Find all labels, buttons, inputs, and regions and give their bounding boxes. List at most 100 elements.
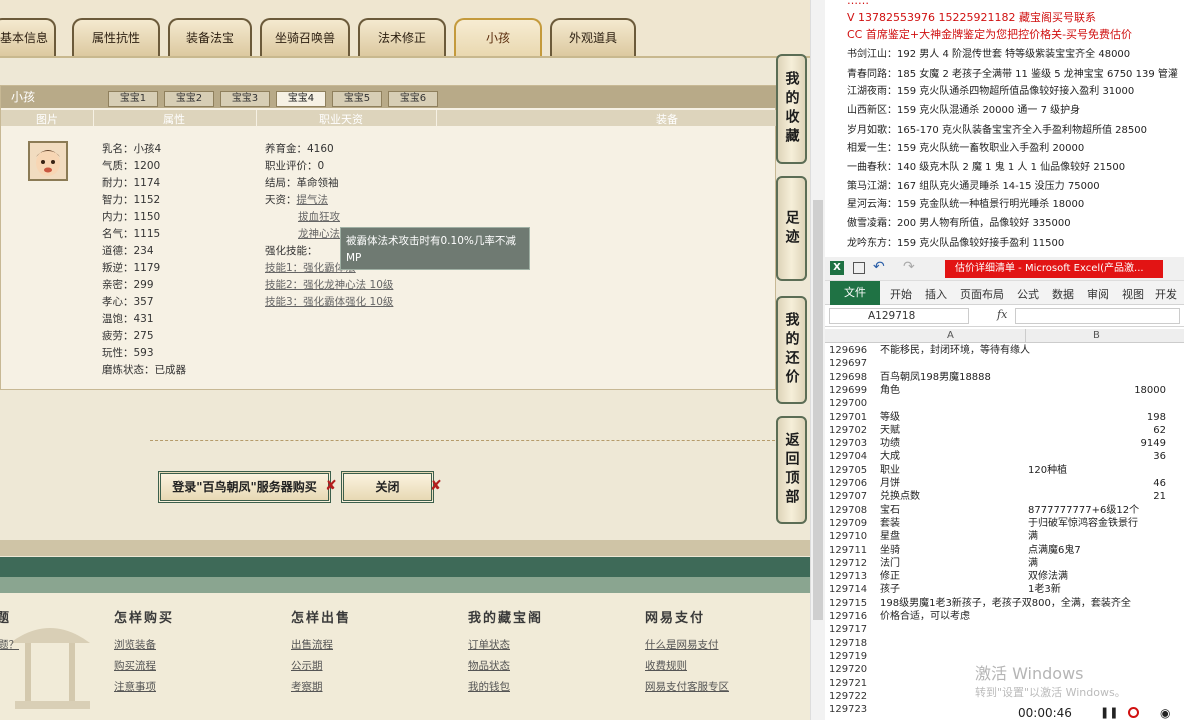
cell-a[interactable]: 等级 [880, 411, 900, 424]
cell-a[interactable]: 修正 [880, 570, 900, 583]
cell-b[interactable]: 双修法满 [1028, 570, 1068, 583]
footprint-button[interactable]: 足迹 [776, 176, 807, 281]
cell-a[interactable]: 百鸟朝凤198男魔18888 [880, 371, 991, 384]
sheet-row[interactable]: 129713 修正 双修法满 [825, 570, 1184, 583]
row-number[interactable]: 129698 [829, 371, 879, 384]
sheet-row[interactable]: 129702 天赋 62 [825, 424, 1184, 437]
tab-child[interactable]: 小孩 [454, 18, 542, 56]
row-number[interactable]: 129700 [829, 397, 879, 410]
baby-tab-3[interactable]: 宝宝3 [220, 91, 270, 107]
skill-link-3[interactable]: 技能3：强化霸体强化 10级 [265, 294, 393, 310]
cell-a[interactable]: 大成 [880, 450, 900, 463]
cell-a[interactable]: 宝石 [880, 504, 900, 517]
footer-link[interactable]: 网易支付客服专区 [645, 679, 729, 694]
sheet-row[interactable]: 129703 功绩 9149 [825, 437, 1184, 450]
cell-a[interactable]: 价格合适，可以考虑 [880, 610, 970, 623]
sheet-row[interactable]: 129708 宝石 8777777777+6级12个 [825, 504, 1184, 517]
sheet-row[interactable]: 129714 孩子 1老3新 [825, 583, 1184, 596]
tab-basic-info[interactable]: 基本信息 [0, 18, 56, 56]
page-scrollbar[interactable] [810, 0, 825, 720]
ribbon-layout[interactable]: 页面布局 [960, 286, 1004, 302]
row-number[interactable]: 129701 [829, 411, 879, 424]
sheet-row[interactable]: 129704 大成 36 [825, 450, 1184, 463]
baby-tab-6[interactable]: 宝宝6 [388, 91, 438, 107]
cell-a[interactable]: 职业 [880, 464, 900, 477]
baby-tab-2[interactable]: 宝宝2 [164, 91, 214, 107]
sheet-row[interactable]: 129715 198级男魔1老3新孩子，老孩子双800，全满，套装齐全 [825, 597, 1184, 610]
footer-link[interactable]: 收费规则 [645, 658, 687, 673]
cell-a[interactable]: 198级男魔1老3新孩子，老孩子双800，全满，套装齐全 [880, 597, 1131, 610]
row-number[interactable]: 129716 [829, 610, 879, 623]
cell-a[interactable]: 套装 [880, 517, 900, 530]
skill-link-2[interactable]: 技能2：强化龙神心法 10级 [265, 277, 393, 293]
col-b-header[interactable]: B [1093, 330, 1100, 341]
footer-link[interactable]: 物品状态 [468, 658, 510, 673]
cell-b[interactable]: 36 [1153, 450, 1166, 463]
footer-link[interactable]: 注意事项 [114, 679, 156, 694]
talent-link-1[interactable]: 提气法 [297, 194, 329, 206]
cell-b[interactable]: 18000 [1134, 384, 1166, 397]
footer-link[interactable]: 题？ [0, 637, 19, 652]
row-number[interactable]: 129706 [829, 477, 879, 490]
cell-a[interactable]: 不能移民，封闭环境，等待有缘人 [880, 344, 1030, 357]
baby-tab-4[interactable]: 宝宝4 [276, 91, 326, 107]
sheet-row[interactable]: 129698 百鸟朝凤198男魔18888 [825, 371, 1184, 384]
row-number[interactable]: 129702 [829, 424, 879, 437]
row-number[interactable]: 129718 [829, 637, 879, 650]
redo-icon[interactable]: ↷ [903, 259, 915, 275]
cell-b[interactable]: 46 [1153, 477, 1166, 490]
row-number[interactable]: 129707 [829, 490, 879, 503]
sheet-row[interactable]: 129711 坐骑 点满魔6鬼7 [825, 544, 1184, 557]
ribbon-formulas[interactable]: 公式 [1017, 286, 1039, 302]
sheet-row[interactable]: 129705 职业 120种植 [825, 464, 1184, 477]
cell-b[interactable]: 于归破军惊鸿容金铁景行 [1028, 517, 1138, 530]
cell-a[interactable]: 孩子 [880, 583, 900, 596]
row-number[interactable]: 129711 [829, 544, 879, 557]
tab-attributes[interactable]: 属性抗性 [72, 18, 160, 56]
cell-b[interactable]: 满 [1028, 530, 1038, 543]
cell-a[interactable]: 天赋 [880, 424, 900, 437]
baby-tab-1[interactable]: 宝宝1 [108, 91, 158, 107]
cell-a[interactable]: 星盘 [880, 530, 900, 543]
my-favorites-button[interactable]: 我的收藏 [776, 54, 807, 164]
talent-link-2[interactable]: 拔血狂攻 [298, 209, 340, 225]
row-number[interactable]: 129713 [829, 570, 879, 583]
cell-b[interactable]: 198 [1147, 411, 1166, 424]
sheet-row[interactable]: 129696 不能移民，封闭环境，等待有缘人 [825, 344, 1184, 357]
sheet-row[interactable]: 129709 套装 于归破军惊鸿容金铁景行 [825, 517, 1184, 530]
footer-link[interactable]: 订单状态 [468, 637, 510, 652]
ribbon-insert[interactable]: 插入 [925, 286, 947, 302]
sheet-row[interactable]: 129706 月饼 46 [825, 477, 1184, 490]
cell-b[interactable]: 62 [1153, 424, 1166, 437]
cell-b[interactable]: 点满魔6鬼7 [1028, 544, 1081, 557]
ribbon-home[interactable]: 开始 [890, 286, 912, 302]
camera-icon[interactable]: ◉ [1160, 706, 1170, 720]
cell-b[interactable]: 21 [1153, 490, 1166, 503]
ribbon-data[interactable]: 数据 [1052, 286, 1074, 302]
sheet-row[interactable]: 129707 兑换点数 21 [825, 490, 1184, 503]
record-icon[interactable] [1128, 707, 1139, 718]
row-number[interactable]: 129721 [829, 677, 879, 690]
formula-input[interactable] [1015, 308, 1180, 324]
row-number[interactable]: 129712 [829, 557, 879, 570]
row-number[interactable]: 129719 [829, 650, 879, 663]
cell-a[interactable]: 坐骑 [880, 544, 900, 557]
tab-spell-fix[interactable]: 法术修正 [358, 18, 446, 56]
cell-b[interactable]: 8777777777+6级12个 [1028, 504, 1139, 517]
sheet-row[interactable]: 129701 等级 198 [825, 411, 1184, 424]
sheet-row[interactable]: 129710 星盘 满 [825, 530, 1184, 543]
footer-link[interactable]: 出售流程 [291, 637, 333, 652]
name-box[interactable]: A129718 [829, 308, 969, 324]
sheet-row[interactable]: 129697 [825, 357, 1184, 370]
back-to-top-button[interactable]: 返回顶部 [776, 416, 807, 524]
cell-b[interactable]: 9149 [1141, 437, 1166, 450]
row-number[interactable]: 129703 [829, 437, 879, 450]
row-number[interactable]: 129709 [829, 517, 879, 530]
row-number[interactable]: 129704 [829, 450, 879, 463]
sheet-row[interactable]: 129700 [825, 397, 1184, 410]
tab-mounts[interactable]: 坐骑召唤兽 [260, 18, 350, 56]
sheet-row[interactable]: 129712 法门 满 [825, 557, 1184, 570]
my-bargain-button[interactable]: 我的还价 [776, 296, 807, 404]
row-number[interactable]: 129699 [829, 384, 879, 397]
cell-a[interactable]: 兑换点数 [880, 490, 920, 503]
